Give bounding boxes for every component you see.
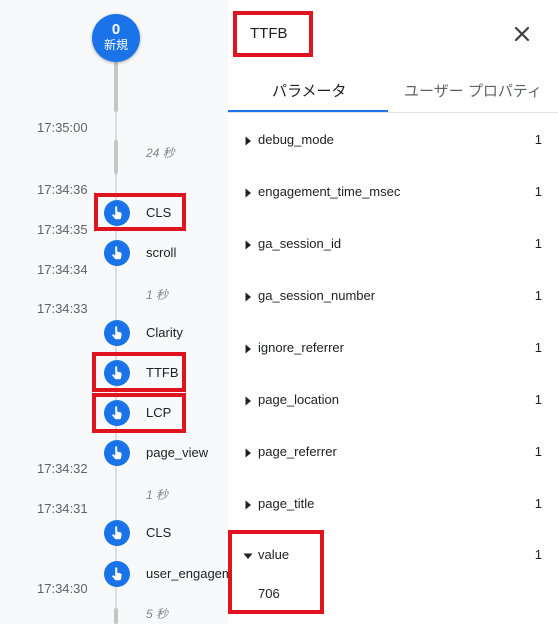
- parameter-row[interactable]: ignore_referrer 1: [242, 338, 542, 358]
- event-name: TTFB: [146, 365, 179, 380]
- caret-right-icon: [242, 394, 254, 412]
- caret-right-icon: [242, 186, 254, 204]
- parameter-row[interactable]: engagement_time_msec 1: [242, 182, 542, 202]
- parameter-name: page_title: [258, 496, 315, 511]
- parameter-count: 1: [534, 392, 542, 407]
- parameter-name: value: [258, 547, 290, 562]
- parameter-name: page_referrer: [258, 444, 337, 459]
- timeline-duration-bar: [114, 140, 118, 174]
- event-name: LCP: [146, 405, 172, 420]
- timeline-duration-bar: [114, 62, 118, 112]
- event-name: CLS: [146, 205, 172, 220]
- parameter-count: 1: [534, 132, 542, 147]
- parameter-row[interactable]: ga_session_number 1: [242, 286, 542, 306]
- tab-parameters[interactable]: パラメータ: [272, 80, 347, 101]
- parameter-name: engagement_time_msec: [258, 184, 401, 199]
- parameter-name: page_location: [258, 392, 339, 407]
- timestamp: 17:34:36: [37, 182, 88, 197]
- caret-right-icon: [242, 134, 254, 152]
- parameter-row[interactable]: page_title 1: [242, 494, 542, 514]
- timestamp: 17:34:33: [37, 301, 88, 316]
- parameter-row[interactable]: page_referrer 1: [242, 442, 542, 462]
- timestamp: 17:34:35: [37, 222, 88, 237]
- touch-icon: [104, 561, 130, 587]
- event-name: user_engagem: [146, 566, 233, 581]
- timestamp: 17:34:31: [37, 501, 88, 516]
- parameter-name: ga_session_number: [258, 288, 376, 303]
- timestamp: 17:35:00: [37, 120, 88, 135]
- parameter-count: 1: [534, 184, 542, 199]
- parameter-count: 1: [534, 547, 542, 562]
- parameter-value: 706: [258, 586, 280, 601]
- caret-right-icon: [242, 446, 254, 464]
- touch-icon: [104, 200, 130, 226]
- touch-icon: [104, 400, 130, 426]
- parameter-name: debug_mode: [258, 132, 334, 147]
- time-gap-label: 24 秒: [146, 146, 175, 160]
- parameter-count: 1: [534, 288, 542, 303]
- timestamp: 17:34:34: [37, 262, 88, 277]
- time-gap-label: 5 秒: [146, 607, 169, 621]
- tab-divider: [228, 112, 558, 113]
- new-events-badge[interactable]: 0 新規: [92, 14, 140, 62]
- parameter-count: 1: [534, 340, 542, 355]
- parameter-row[interactable]: value 1: [242, 545, 542, 565]
- timeline-panel[interactable]: 0 新規 17:35:00 17:34:36 17:34:35 17:34:34 17:…: [0, 0, 233, 624]
- event-name: Clarity: [146, 325, 183, 340]
- timeline-duration-bar: [114, 608, 118, 624]
- parameter-name: ignore_referrer: [258, 340, 344, 355]
- touch-icon: [104, 520, 130, 546]
- parameter-row[interactable]: debug_mode 1: [242, 130, 542, 150]
- event-detail-panel: TTFB パラメータ ユーザー プロパティ debug_mode 1 engagem…: [228, 0, 558, 624]
- touch-icon: [104, 440, 130, 466]
- time-gap-label: 1 秒: [146, 488, 169, 502]
- timestamp: 17:34:30: [37, 581, 88, 596]
- caret-right-icon: [242, 290, 254, 308]
- event-title: TTFB: [250, 25, 288, 42]
- parameter-row[interactable]: ga_session_id 1: [242, 234, 542, 254]
- debugview-window: 0 新規 17:35:00 17:34:36 17:34:35 17:34:34 17:…: [0, 0, 558, 624]
- event-name: page_view: [146, 445, 209, 460]
- touch-icon: [104, 320, 130, 346]
- parameter-row[interactable]: page_location 1: [242, 390, 542, 410]
- touch-icon: [104, 240, 130, 266]
- touch-icon: [104, 360, 130, 386]
- close-icon: [514, 26, 530, 42]
- new-events-label: 新規: [103, 38, 128, 52]
- caret-down-icon: [242, 549, 254, 567]
- caret-right-icon: [242, 238, 254, 256]
- parameter-count: 1: [534, 444, 542, 459]
- caret-right-icon: [242, 342, 254, 360]
- timestamp: 17:34:32: [37, 461, 88, 476]
- time-gap-label: 1 秒: [146, 288, 169, 302]
- event-name: CLS: [146, 525, 172, 540]
- caret-right-icon: [242, 498, 254, 516]
- event-name: scroll: [146, 245, 177, 260]
- new-events-count: 0: [111, 21, 121, 38]
- parameter-count: 1: [534, 496, 542, 511]
- tab-user-properties[interactable]: ユーザー プロパティ: [404, 80, 542, 101]
- parameter-name: ga_session_id: [258, 236, 342, 251]
- parameter-count: 1: [534, 236, 542, 251]
- close-button[interactable]: [510, 22, 534, 46]
